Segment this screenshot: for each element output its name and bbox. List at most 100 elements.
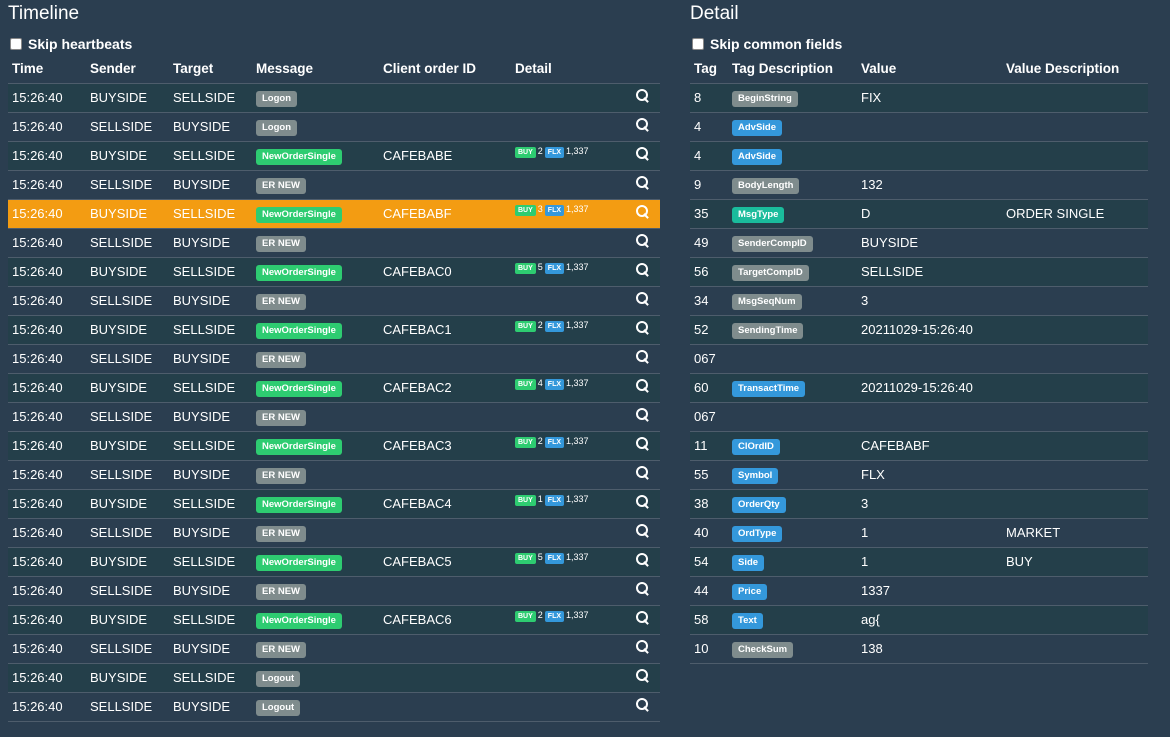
zoom-in-icon[interactable] [636,524,650,538]
target-cell: SELLSIDE [173,438,236,453]
zoom-in-icon[interactable] [636,292,650,306]
order-price: 1,337 [566,319,589,330]
col-time[interactable]: Time [8,54,86,84]
col-tag-description[interactable]: Tag Description [728,54,857,84]
skip-common-fields-checkbox[interactable] [692,38,704,50]
timeline-row[interactable]: 15:26:40 SELLSIDE BUYSIDE ER NEW [8,460,660,489]
order-detail-cell: BUY 3 FLX 1,337 [511,199,621,228]
timeline-row[interactable]: 15:26:40 SELLSIDE BUYSIDE ER NEW [8,286,660,315]
zoom-in-icon[interactable] [636,205,650,219]
message-type-badge: NewOrderSingle [256,381,342,397]
zoom-in-icon[interactable] [636,495,650,509]
timeline-row[interactable]: 15:26:40 BUYSIDE SELLSIDE Logout [8,663,660,692]
order-detail-cell [511,692,621,721]
value-description-cell [1002,605,1148,634]
skip-heartbeats-checkbox[interactable] [10,38,22,50]
tag-name-badge: AdvSide [732,149,783,165]
zoom-in-icon[interactable] [636,147,650,161]
sender-cell: BUYSIDE [90,322,148,337]
message-cell: ER NEW [252,634,379,663]
time-cell: 15:26:40 [12,351,63,366]
timeline-row[interactable]: 15:26:40 SELLSIDE BUYSIDE ER NEW [8,344,660,373]
timeline-row[interactable]: 15:26:40 BUYSIDE SELLSIDE NewOrderSingle CAF… [8,431,660,460]
timeline-row[interactable]: 15:26:40 BUYSIDE SELLSIDE NewOrderSingle CAF… [8,315,660,344]
timeline-row[interactable]: 15:26:40 BUYSIDE SELLSIDE NewOrderSingle CAF… [8,257,660,286]
timeline-row[interactable]: 15:26:40 SELLSIDE BUYSIDE ER NEW [8,170,660,199]
zoom-in-icon[interactable] [636,640,650,654]
zoom-in-icon[interactable] [636,553,650,567]
time-cell: 15:26:40 [12,612,63,627]
timeline-row[interactable]: 15:26:40 BUYSIDE SELLSIDE NewOrderSingle CAF… [8,199,660,228]
timeline-row[interactable]: 15:26:40 BUYSIDE SELLSIDE NewOrderSingle CAF… [8,547,660,576]
client-order-id-cell [379,518,511,547]
sender-cell: BUYSIDE [90,148,148,163]
order-detail-cell: BUY 2 FLX 1,337 [511,315,621,344]
action-cell [621,344,660,373]
timeline-row[interactable]: 15:26:40 SELLSIDE BUYSIDE ER NEW [8,402,660,431]
action-cell [621,576,660,605]
timeline-row[interactable]: 15:26:40 SELLSIDE BUYSIDE ER NEW [8,576,660,605]
value-cell: FLX [861,467,885,482]
time-cell: 15:26:40 [12,264,63,279]
zoom-in-icon[interactable] [636,234,650,248]
symbol-badge: FLX [544,320,565,332]
zoom-in-icon[interactable] [636,350,650,364]
value-description-cell [1002,83,1148,112]
col-value[interactable]: Value [857,54,1002,84]
timeline-row[interactable]: 15:26:40 BUYSIDE SELLSIDE NewOrderSingle CAF… [8,605,660,634]
symbol-badge: FLX [544,378,565,390]
message-cell: NewOrderSingle [252,431,379,460]
detail-row: 58 Text ag{ [690,605,1148,634]
time-cell: 15:26:40 [12,641,63,656]
col-value-description[interactable]: Value Description [1002,54,1148,84]
col-detail[interactable]: Detail [511,54,621,84]
zoom-in-icon[interactable] [636,582,650,596]
timeline-row[interactable]: 15:26:40 BUYSIDE SELLSIDE Logon [8,83,660,112]
col-sender[interactable]: Sender [86,54,169,84]
zoom-in-icon[interactable] [636,466,650,480]
timeline-row[interactable]: 15:26:40 BUYSIDE SELLSIDE NewOrderSingle CAF… [8,141,660,170]
action-cell [621,112,660,141]
col-client-order-id[interactable]: Client order ID [379,54,511,84]
zoom-in-icon[interactable] [636,698,650,712]
timeline-row[interactable]: 15:26:40 SELLSIDE BUYSIDE Logout [8,692,660,721]
timeline-row[interactable]: 15:26:40 SELLSIDE BUYSIDE ER NEW [8,518,660,547]
zoom-in-icon[interactable] [636,437,650,451]
zoom-in-icon[interactable] [636,263,650,277]
timeline-row[interactable]: 15:26:40 SELLSIDE BUYSIDE ER NEW [8,634,660,663]
timeline-row[interactable]: 15:26:40 SELLSIDE BUYSIDE Logon [8,112,660,141]
zoom-in-icon[interactable] [636,611,650,625]
value-description-cell [1002,228,1148,257]
col-tag[interactable]: Tag [690,54,728,84]
value-cell: 20211029-15:26:40 [861,322,973,337]
timeline-row[interactable]: 15:26:40 SELLSIDE BUYSIDE ER NEW [8,228,660,257]
zoom-in-icon[interactable] [636,408,650,422]
timeline-row[interactable]: 15:26:40 BUYSIDE SELLSIDE NewOrderSingle CAF… [8,373,660,402]
order-detail-cell [511,518,621,547]
message-type-badge: NewOrderSingle [256,265,342,281]
zoom-in-icon[interactable] [636,176,650,190]
timeline-row[interactable]: 15:26:40 BUYSIDE SELLSIDE NewOrderSingle CAF… [8,489,660,518]
tag-cell: 54 [694,554,709,569]
side-badge: BUY [515,204,536,216]
client-order-id-cell [379,83,511,112]
message-type-badge: ER NEW [256,526,306,542]
order-detail-cell [511,228,621,257]
target-cell: SELLSIDE [173,554,236,569]
zoom-in-icon[interactable] [636,321,650,335]
zoom-in-icon[interactable] [636,379,650,393]
skip-common-fields-toggle[interactable]: Skip common fields [690,34,1148,54]
tag-name-badge: Text [732,613,763,629]
zoom-in-icon[interactable] [636,669,650,683]
order-detail-cell [511,402,621,431]
skip-heartbeats-toggle[interactable]: Skip heartbeats [8,34,660,54]
timeline-header-row: Time Sender Target Message Client order … [8,54,660,84]
sender-cell: SELLSIDE [90,119,153,134]
time-cell: 15:26:40 [12,380,63,395]
col-message[interactable]: Message [252,54,379,84]
zoom-in-icon[interactable] [636,89,650,103]
zoom-in-icon[interactable] [636,118,650,132]
action-cell [621,431,660,460]
col-target[interactable]: Target [169,54,252,84]
time-cell: 15:26:40 [12,438,63,453]
